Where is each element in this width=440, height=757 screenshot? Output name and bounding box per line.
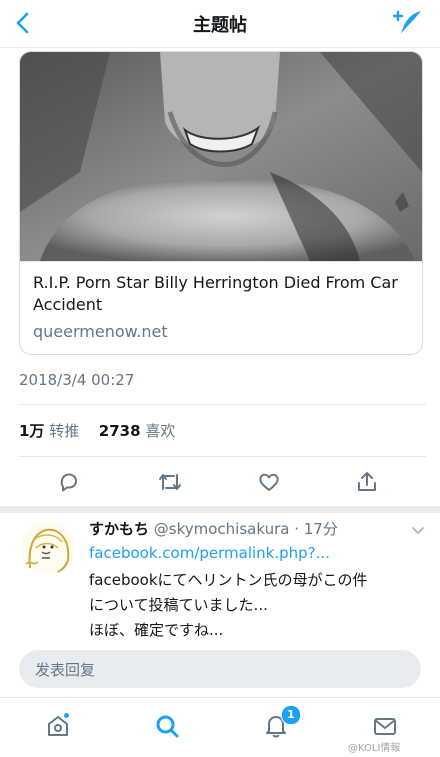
retweet-icon	[159, 474, 181, 490]
share-icon	[358, 472, 376, 491]
divider	[19, 404, 426, 405]
reply-text-line: facebookにてヘリントン氏の母がこの件	[89, 571, 368, 589]
article-photo	[20, 52, 422, 262]
nav-search[interactable]	[145, 704, 189, 748]
divider	[19, 456, 426, 457]
handle-and-time: @skymochisakura · 17分	[153, 520, 338, 538]
heart-icon	[259, 473, 279, 491]
reply-link[interactable]: facebook.com/permalink.php?...	[89, 544, 330, 562]
reply-input[interactable]: 发表回复	[19, 650, 421, 688]
reply-text-line: について投稿ていました...	[89, 596, 268, 614]
reply-action[interactable]	[51, 464, 87, 500]
card-headline: R.I.P. Porn Star Billy Herrington Died F…	[33, 273, 398, 314]
reply-placeholder: 发表回复	[35, 661, 96, 679]
mail-icon	[374, 718, 396, 735]
engagement-stats[interactable]: 1万 转推 2738 喜欢	[19, 420, 175, 441]
reply-text-line: ほぼ、確定ですね...	[89, 621, 224, 639]
retweet-label: 转推	[49, 422, 80, 440]
share-action[interactable]	[349, 464, 385, 500]
like-label: 喜欢	[145, 422, 176, 440]
more-options-button[interactable]	[410, 522, 426, 535]
chevron-down-icon	[412, 527, 424, 535]
avatar-illustration	[21, 521, 75, 575]
link-card[interactable]: R.I.P. Porn Star Billy Herrington Died F…	[19, 51, 423, 355]
section-separator	[0, 506, 440, 513]
new-content-dot	[64, 713, 69, 718]
retweet-count: 1万	[19, 422, 45, 440]
reply-icon	[60, 473, 77, 492]
watermark: @KOLI情報	[348, 743, 401, 754]
search-icon	[156, 715, 179, 738]
like-action[interactable]	[251, 464, 287, 500]
retweet-action[interactable]	[152, 464, 188, 500]
avatar[interactable]	[20, 520, 76, 576]
reply-author[interactable]: すかもち @skymochisakura · 17分	[89, 518, 338, 539]
tweet-timestamp: 2018/3/4 00:27	[19, 371, 135, 389]
nav-home[interactable]	[36, 704, 80, 748]
card-domain: queermenow.net	[33, 322, 168, 341]
compose-button[interactable]	[388, 6, 428, 40]
like-count: 2738	[98, 422, 141, 440]
notification-badge: 1	[281, 705, 301, 725]
compose-tweet-icon	[392, 10, 421, 34]
page-title: 主题帖	[193, 15, 247, 36]
display-name: すかもち	[89, 520, 150, 538]
